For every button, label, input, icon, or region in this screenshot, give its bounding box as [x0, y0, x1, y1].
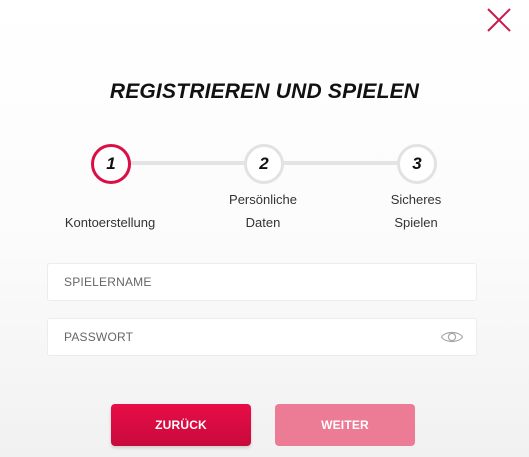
- registration-modal: REGISTRIEREN UND SPIELEN 1 2 3 Kontoerst…: [0, 0, 529, 457]
- eye-icon: [440, 331, 464, 343]
- step-label-line: Persönliche: [229, 192, 297, 207]
- close-icon: [487, 8, 511, 32]
- step-label-line: Sicheres: [390, 192, 442, 207]
- page-title: REGISTRIEREN UND SPIELEN: [109, 80, 420, 103]
- step-1-label: Kontoerstellung: [40, 211, 180, 234]
- step-2-circle: 2: [244, 144, 284, 184]
- password-visibility-toggle[interactable]: [440, 328, 464, 346]
- next-button[interactable]: WEITER: [275, 404, 415, 446]
- step-number: 2: [259, 154, 269, 173]
- step-3-label: Sicheres Spielen: [346, 188, 486, 234]
- step-label-line: Daten: [245, 215, 281, 230]
- username-input[interactable]: [47, 263, 477, 301]
- close-button[interactable]: [484, 4, 514, 34]
- stepper-connector: [128, 161, 246, 165]
- step-label-line: Kontoerstellung: [64, 215, 156, 230]
- step-1-circle: 1: [91, 144, 131, 184]
- stepper-connector: [281, 161, 399, 165]
- step-label-line: Spielen: [394, 215, 438, 230]
- back-button[interactable]: ZURÜCK: [111, 404, 251, 446]
- step-number: 3: [412, 154, 422, 173]
- step-3-circle: 3: [397, 144, 437, 184]
- step-2-label: Persönliche Daten: [193, 188, 333, 234]
- step-number: 1: [106, 154, 116, 173]
- password-input[interactable]: [47, 318, 477, 356]
